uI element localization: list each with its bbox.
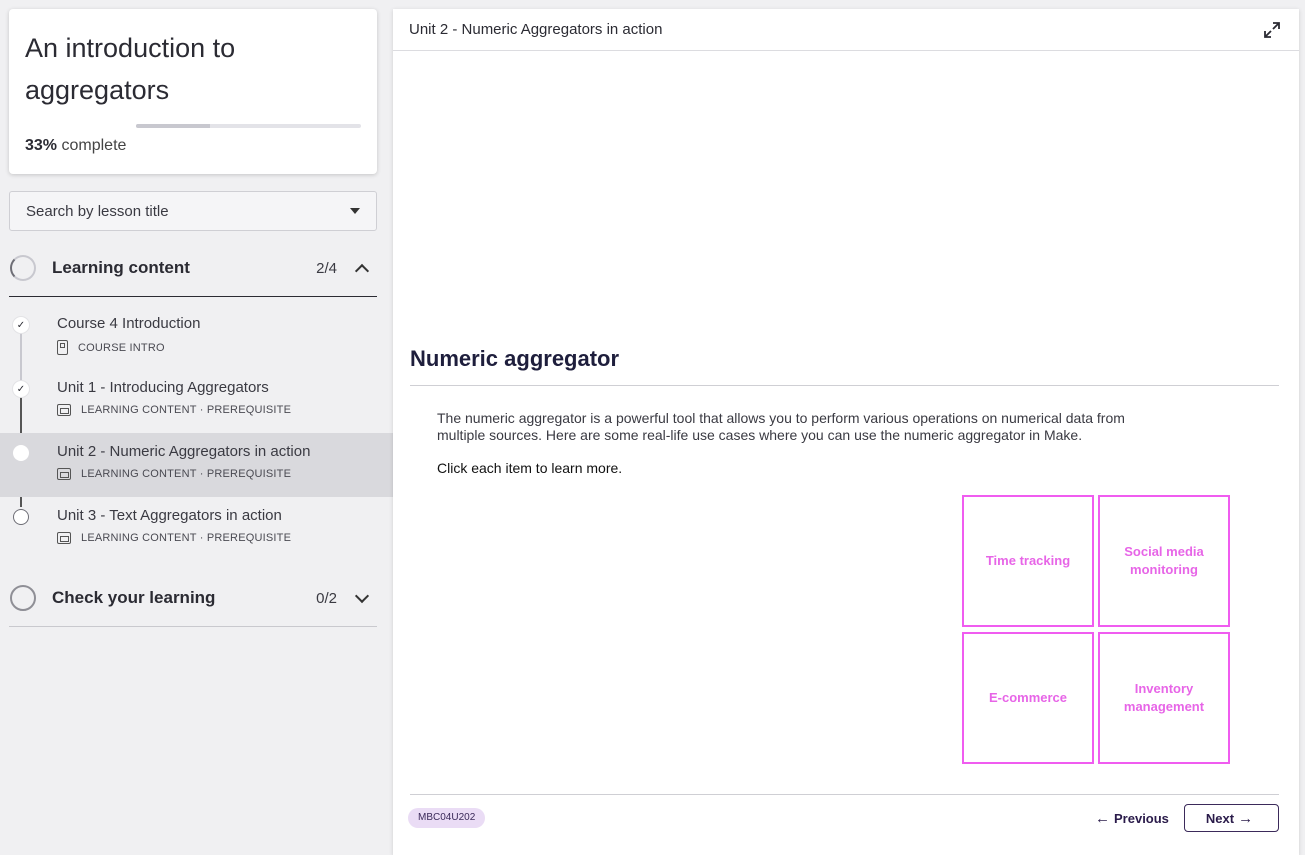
lesson-header-title: Unit 2 - Numeric Aggregators in action [409, 21, 663, 38]
card-social-media-monitoring[interactable]: Social media monitoring [1098, 495, 1230, 627]
previous-label: Previous [1114, 810, 1169, 826]
sidebar: An introduction to aggregators 33% compl… [0, 0, 393, 855]
arrow-left-icon: ← [1095, 809, 1110, 827]
progress-ring-icon [10, 585, 36, 611]
caret-down-icon [350, 208, 360, 214]
lesson-search-dropdown[interactable]: Search by lesson title [9, 191, 377, 231]
expand-icon[interactable] [1263, 21, 1281, 39]
section-check-your-learning[interactable]: Check your learning 0/2 [9, 578, 377, 618]
next-label: Next [1205, 810, 1235, 826]
lesson-meta: LEARNING CONTENT · PREREQUISITE [57, 404, 291, 416]
lesson-body-text: The numeric aggregator is a powerful too… [437, 410, 1125, 443]
section-title: Learning content [52, 258, 190, 277]
lesson-title: Numeric aggregator [410, 346, 620, 371]
progress-ring-icon [10, 255, 36, 281]
progress-text: 33% complete [25, 137, 126, 155]
previous-button[interactable]: ← Previous [1083, 804, 1177, 832]
footer-divider [410, 794, 1279, 795]
lesson-meta: COURSE INTRO [57, 340, 165, 355]
lesson-name: Unit 2 - Numeric Aggregators in action [57, 443, 311, 460]
chevron-down-icon[interactable] [354, 588, 370, 603]
lesson-name: Course 4 Introduction [57, 315, 201, 332]
progress-bar-fill [136, 124, 211, 128]
lesson-header: Unit 2 - Numeric Aggregators in action [393, 9, 1299, 51]
lesson-name: Unit 3 - Text Aggregators in action [57, 507, 282, 524]
title-divider [410, 385, 1279, 386]
lesson-meta: LEARNING CONTENT · PREREQUISITE [57, 468, 291, 480]
card-e-commerce[interactable]: E-commerce [962, 632, 1094, 764]
check-icon: ✓ [13, 381, 29, 397]
current-lesson-icon [13, 445, 29, 461]
section-count: 0/2 [316, 589, 337, 607]
section-count: 2/4 [316, 259, 337, 277]
lesson-panel: Unit 2 - Numeric Aggregators in action N… [393, 9, 1299, 855]
lesson-code-badge: MBC04U202 [408, 808, 486, 828]
next-button[interactable]: Next → [1184, 804, 1279, 832]
presentation-icon [57, 404, 71, 416]
lesson-type: COURSE INTRO [78, 341, 165, 354]
section-title: Check your learning [52, 588, 216, 607]
lesson-item-active[interactable]: Unit 2 - Numeric Aggregators in action L… [0, 433, 393, 497]
lesson-type: LEARNING CONTENT · PREREQUISITE [81, 468, 292, 480]
lesson-name: Unit 1 - Introducing Aggregators [57, 379, 269, 396]
lesson-meta: LEARNING CONTENT · PREREQUISITE [57, 532, 291, 544]
progress-percent: 33% [25, 137, 58, 154]
presentation-icon [57, 468, 71, 480]
card-inventory-management[interactable]: Inventory management [1098, 632, 1230, 764]
lesson-type: LEARNING CONTENT · PREREQUISITE [81, 532, 292, 544]
arrow-right-icon: → [1238, 809, 1254, 827]
document-icon [57, 340, 68, 355]
instruction-text: Click each item to learn more. [437, 460, 623, 476]
progress-suffix: complete [61, 137, 127, 154]
presentation-icon [57, 532, 71, 544]
section-divider [9, 296, 377, 297]
check-icon: ✓ [13, 317, 29, 333]
section-learning-content[interactable]: Learning content 2/4 [9, 248, 377, 288]
section-divider [9, 626, 377, 627]
course-title: An introduction to aggregators [25, 33, 236, 105]
lesson-type: LEARNING CONTENT · PREREQUISITE [81, 404, 292, 416]
lesson-search-label: Search by lesson title [26, 202, 169, 220]
lesson-item[interactable]: Unit 3 - Text Aggregators in action LEAR… [0, 497, 393, 561]
chevron-up-icon[interactable] [354, 263, 370, 278]
lesson-item[interactable]: ✓ Course 4 Introduction COURSE INTRO [0, 305, 393, 369]
course-card: An introduction to aggregators 33% compl… [9, 9, 377, 174]
lesson-item[interactable]: ✓ Unit 1 - Introducing Aggregators LEARN… [0, 369, 393, 433]
progress-bar [136, 124, 361, 128]
incomplete-circle-icon [13, 509, 29, 525]
card-time-tracking[interactable]: Time tracking [962, 495, 1094, 627]
